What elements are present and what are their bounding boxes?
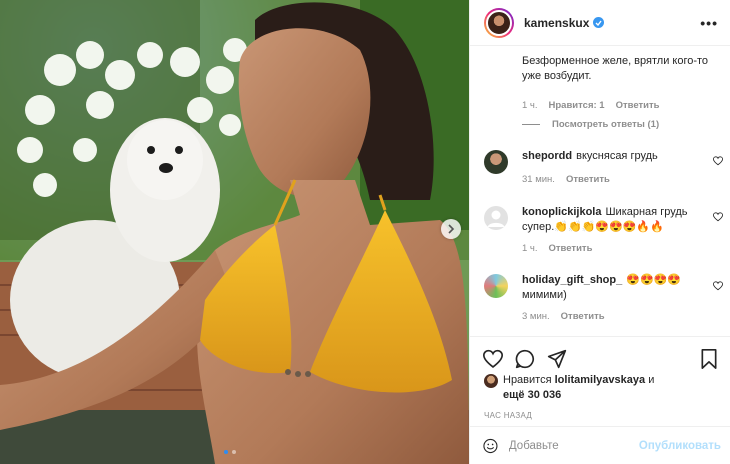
- more-options-icon[interactable]: •••: [700, 15, 718, 31]
- comment-bubble-icon[interactable]: [515, 349, 535, 369]
- action-bar: [470, 337, 730, 373]
- commenter-avatar[interactable]: [484, 274, 508, 298]
- post-header: kamenskux •••: [470, 0, 730, 46]
- replies-line: [522, 124, 540, 125]
- carousel-indicator: [224, 450, 236, 454]
- next-slide-button[interactable]: [441, 219, 461, 239]
- default-avatar-icon: [487, 210, 505, 227]
- comment-time: 1 ч.: [522, 100, 538, 111]
- comment-item: shepordd вкусняcая грудь 31 мин. Ответить: [522, 149, 712, 185]
- comment-username[interactable]: holiday_gift_shop_: [522, 274, 622, 286]
- photo-illustration: [0, 0, 469, 464]
- comment-username[interactable]: konoplickijkola: [522, 206, 601, 218]
- reply-button[interactable]: Ответить: [561, 311, 605, 322]
- commenter-avatar[interactable]: [484, 150, 508, 174]
- comment-meta: 31 мин. Ответить: [522, 174, 712, 185]
- reply-button[interactable]: Ответить: [566, 174, 610, 185]
- likes-and: и: [648, 374, 655, 386]
- view-replies-label[interactable]: Посмотреть ответы (1): [552, 119, 659, 130]
- like-comment-heart-icon[interactable]: [713, 156, 723, 166]
- comment-input[interactable]: [508, 439, 639, 452]
- emoji-icon[interactable]: [483, 436, 498, 456]
- share-send-icon[interactable]: [547, 349, 567, 369]
- author-username[interactable]: kamenskux: [524, 16, 589, 30]
- verified-badge-icon: [593, 17, 605, 28]
- comment-meta: 1 ч. Ответить: [522, 243, 712, 254]
- author-avatar[interactable]: [484, 7, 514, 38]
- liker-avatar[interactable]: [484, 374, 498, 388]
- add-comment-bar: Опубликовать: [470, 426, 730, 464]
- view-replies[interactable]: Посмотреть ответы (1): [522, 119, 659, 130]
- chevron-right-icon: [448, 224, 455, 234]
- save-bookmark-icon[interactable]: [699, 349, 719, 369]
- carousel-dot-active: [224, 450, 228, 454]
- likes-count[interactable]: ещё 30 036: [503, 389, 561, 401]
- comment-time: 31 мин.: [522, 174, 555, 185]
- post-actions: Нравится lolitamilyavskaya и ещё 30 036 …: [470, 336, 730, 464]
- publish-button[interactable]: Опубликовать: [639, 440, 721, 452]
- carousel-dot: [232, 450, 236, 454]
- comment-username[interactable]: shepordd: [522, 150, 572, 162]
- post-side-panel: kamenskux ••• Безформенное желе, врятли …: [469, 0, 730, 464]
- comment-item: konoplickijkola Шикарная грудь супер.👏👏👏😍…: [522, 205, 712, 254]
- comment-text: Безформенное желе, врятли кого-то уже во…: [522, 55, 709, 82]
- comment-time: 1 ч.: [522, 243, 538, 254]
- comment-time: 3 мин.: [522, 311, 550, 322]
- commenter-avatar[interactable]: [484, 206, 508, 230]
- like-comment-heart-icon[interactable]: [713, 281, 723, 291]
- comment-likes[interactable]: Нравится: 1: [549, 100, 605, 111]
- comments-list[interactable]: Безформенное желе, врятли кого-то уже во…: [470, 46, 730, 336]
- like-comment-heart-icon[interactable]: [713, 212, 723, 222]
- reply-button[interactable]: Ответить: [616, 100, 660, 111]
- reply-button[interactable]: Ответить: [549, 243, 593, 254]
- post-image[interactable]: [0, 0, 469, 464]
- liker-username[interactable]: lolitamilyavskaya: [555, 374, 646, 386]
- likes-prefix: Нравится: [503, 374, 552, 386]
- comment-meta: 1 ч. Нравится: 1 Ответить: [522, 100, 718, 111]
- comment-text: вкусняcая грудь: [576, 150, 658, 162]
- comment-meta: 3 мин. Ответить: [522, 311, 712, 322]
- comment-item: holiday_gift_shop_ 😍😍😍😍 мимими) 3 мин. От…: [522, 273, 712, 322]
- like-heart-icon[interactable]: [483, 349, 503, 369]
- comment-item: Безформенное желе, врятли кого-то уже во…: [522, 54, 718, 111]
- post-time[interactable]: ЧАС НАЗАД: [470, 411, 730, 420]
- likes-summary: Нравится lolitamilyavskaya и ещё 30 036: [470, 373, 730, 403]
